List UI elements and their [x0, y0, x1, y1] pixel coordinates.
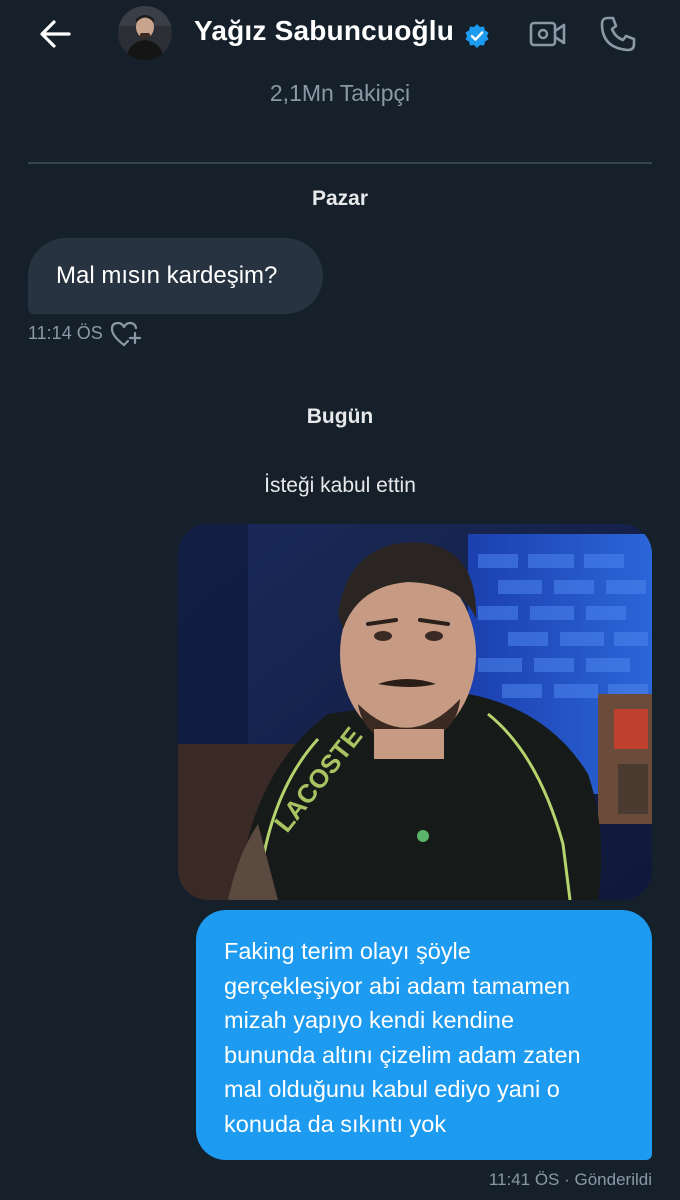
follower-count: 2,1Mn Takipçi: [269, 80, 411, 106]
react-button[interactable]: [110, 320, 142, 348]
outgoing-message-bubble[interactable]: Faking terim olayı şöyle gerçekleşiyor a…: [196, 910, 652, 1160]
header-divider: [28, 162, 652, 164]
arrow-left-icon: [40, 20, 71, 48]
incoming-message-bubble[interactable]: Mal mısın kardeşim?: [28, 238, 323, 314]
voice-call-button[interactable]: [598, 14, 638, 54]
avatar[interactable]: [118, 6, 172, 60]
back-button[interactable]: [36, 14, 76, 54]
video-camera-icon: [529, 21, 566, 47]
outgoing-message-line: mizah yapıyo kendi kendine: [224, 1007, 515, 1033]
shared-photo[interactable]: LACOSTE: [178, 524, 652, 900]
day-separator-today: Bugün: [306, 405, 374, 428]
outgoing-message-line: bununda altını çizelim adam zaten: [224, 1041, 581, 1068]
verified-badge-icon: [464, 23, 490, 49]
outgoing-message-status: 11:41 ÖS · Gönderildi: [488, 1170, 652, 1189]
outgoing-message-line: konuda da sıkıntı yok: [224, 1110, 447, 1137]
outgoing-message-line: mal olduğunu kabul ediyo yani o: [224, 1076, 560, 1102]
day-separator-sunday: Pazar: [311, 187, 369, 210]
phone-icon: [600, 16, 636, 52]
outgoing-message-line: Faking terim olayı şöyle: [224, 938, 471, 964]
request-accepted-notice: İsteği kabul ettin: [264, 474, 416, 497]
chat-header: Yağız Sabuncuoğlu: [0, 0, 680, 70]
outgoing-message-line: gerçekleşiyor abi adam tamamen: [224, 972, 571, 999]
contact-name[interactable]: Yağız Sabuncuoğlu: [194, 15, 454, 47]
video-call-button[interactable]: [528, 16, 568, 52]
incoming-message-time: 11:14 ÖS: [28, 323, 103, 343]
heart-plus-icon: [110, 321, 142, 347]
incoming-message-text: Mal mısın kardeşim?: [56, 262, 278, 289]
